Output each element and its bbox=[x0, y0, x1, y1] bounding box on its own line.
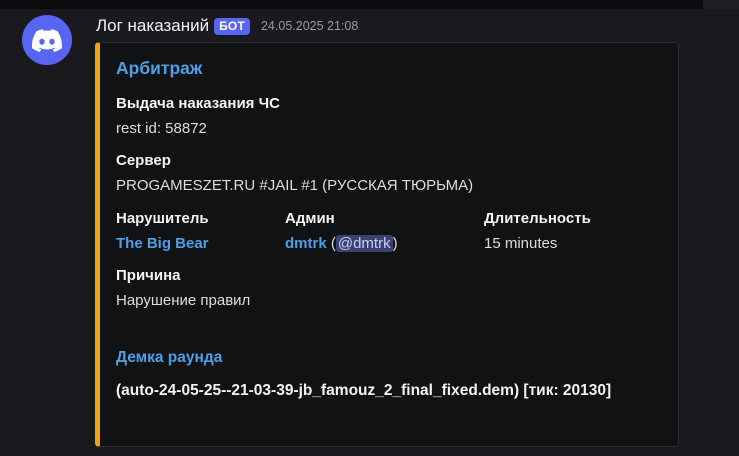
bot-tag: БОТ bbox=[214, 17, 250, 35]
offender-link[interactable]: The Big Bear bbox=[116, 235, 209, 252]
field-action-name: Выдача наказания ЧС bbox=[116, 95, 280, 112]
admin-link[interactable]: dmtrk bbox=[285, 235, 327, 252]
field-reason-value: Нарушение правил bbox=[116, 292, 251, 309]
admin-close-paren: ) bbox=[392, 235, 398, 252]
admin-open-paren: ( bbox=[326, 235, 336, 252]
admin-mention[interactable]: @dmtrk bbox=[335, 235, 393, 252]
field-action-value: rest id: 58872 bbox=[116, 120, 207, 137]
window-top-strip bbox=[0, 0, 739, 9]
message-header: Лог наказаний БОТ 24.05.2025 21:08 bbox=[96, 14, 358, 38]
field-offender-name: Нарушитель bbox=[116, 210, 209, 227]
demo-file: (auto-24-05-25--21-03-39-jb_famouz_2_fin… bbox=[116, 382, 612, 399]
author-name[interactable]: Лог наказаний bbox=[96, 16, 209, 36]
field-offender-value: The Big Bear bbox=[116, 235, 209, 252]
punishment-embed: Арбитраж Выдача наказания ЧС rest id: 58… bbox=[95, 42, 679, 447]
field-duration-value: 15 minutes bbox=[484, 235, 558, 252]
field-server-value: PROGAMESZET.RU #JAIL #1 (РУССКАЯ ТЮРЬМА) bbox=[116, 177, 474, 194]
discord-logo-icon bbox=[32, 28, 62, 52]
message-timestamp[interactable]: 24.05.2025 21:08 bbox=[261, 19, 358, 33]
demo-title[interactable]: Демка раунда bbox=[116, 349, 222, 367]
field-duration-name: Длительность bbox=[484, 210, 591, 227]
field-server-name: Сервер bbox=[116, 152, 171, 169]
field-admin-name: Админ bbox=[285, 210, 335, 227]
embed-title: Арбитраж bbox=[116, 58, 203, 78]
top-right-tab bbox=[703, 0, 739, 9]
field-admin-value: dmtrk (@dmtrk) bbox=[285, 235, 398, 252]
avatar[interactable] bbox=[22, 15, 72, 65]
field-reason-name: Причина bbox=[116, 267, 181, 284]
